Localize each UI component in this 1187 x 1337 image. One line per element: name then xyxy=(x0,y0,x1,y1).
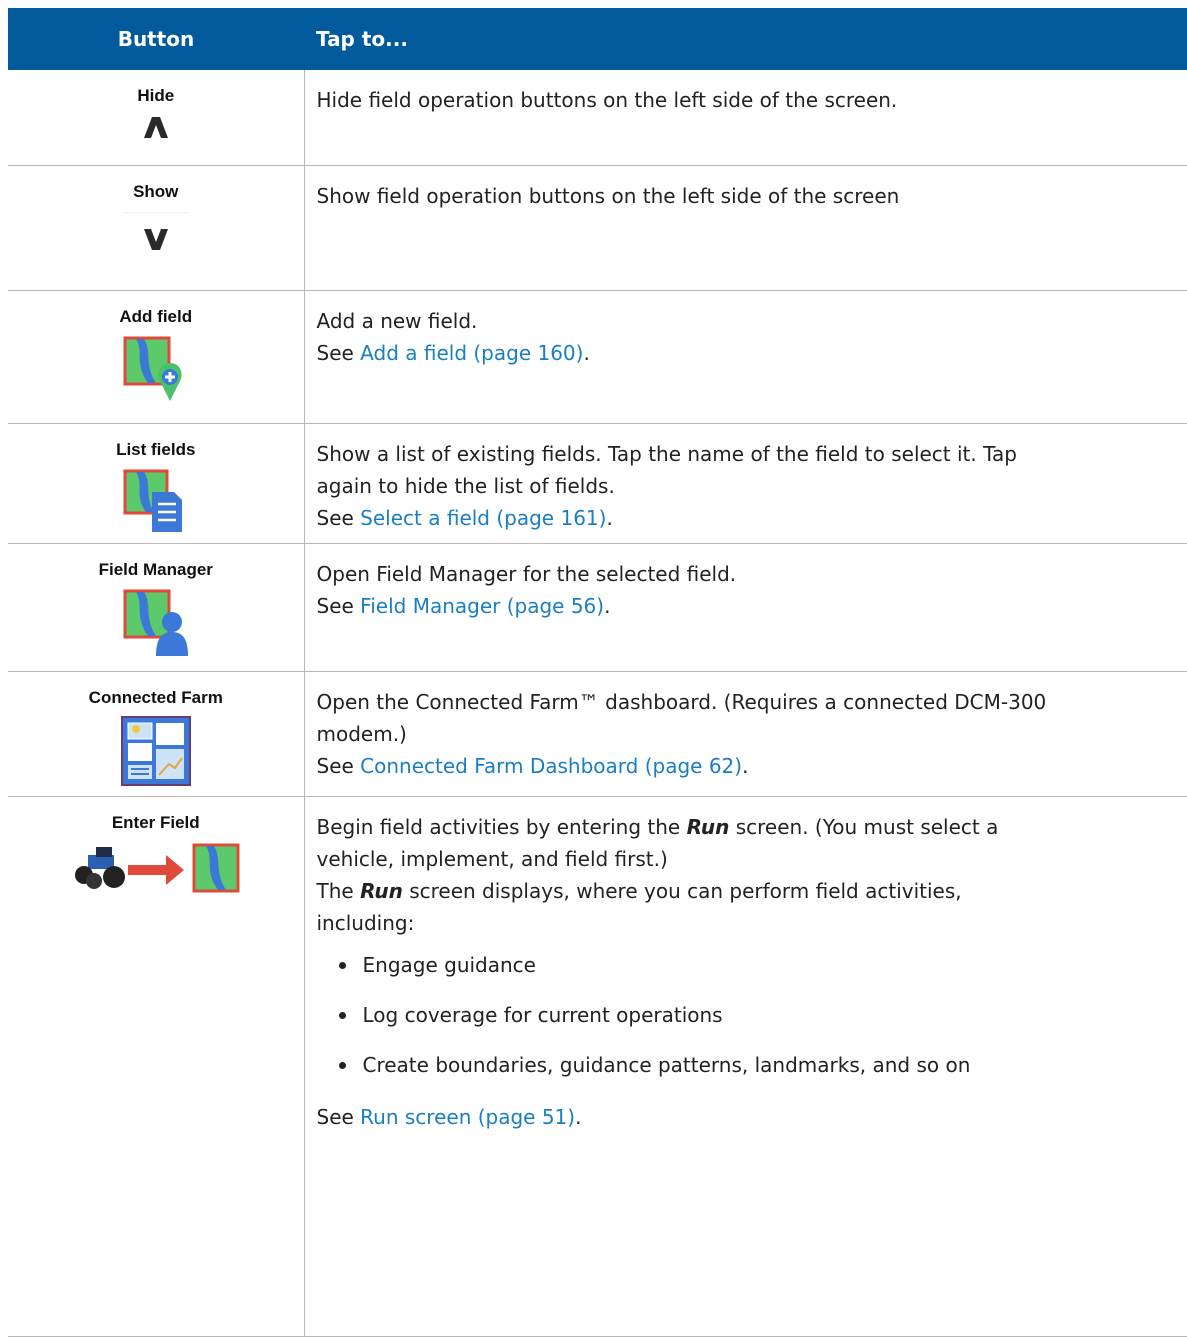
table-row: Add field Add a new field. See Add a fie… xyxy=(8,290,1187,424)
list-item: Engage guidance xyxy=(338,951,1176,979)
button-name: List fields xyxy=(116,439,196,459)
description-cell: Begin field activities by entering the R… xyxy=(304,796,1187,1337)
description-cell: Open the Connected Farm™ dashboard. (Req… xyxy=(304,671,1187,797)
see-also: See Connected Farm Dashboard (page 62). xyxy=(317,750,1176,782)
bullet-icon xyxy=(338,1011,346,1019)
see-label: See xyxy=(316,505,361,530)
run-screen-link[interactable]: Run screen (page 51) xyxy=(360,1105,575,1129)
see-label: See xyxy=(316,753,361,778)
dashboard-icon[interactable] xyxy=(120,715,191,786)
description-text: again to hide the list of fields. xyxy=(316,473,615,498)
arrow-right-icon xyxy=(127,854,184,885)
button-name: Connected Farm xyxy=(88,687,223,707)
button-name: Add field xyxy=(119,306,193,326)
table-row: List fields Show a list of existing fiel… xyxy=(8,423,1187,544)
select-field-link[interactable]: Select a field (page 161) xyxy=(360,506,606,530)
button-cell: List fields xyxy=(8,423,305,544)
button-cell: Add field xyxy=(8,290,305,424)
tractor-icon xyxy=(74,846,125,889)
table-row: Enter Field Begin field activities by en… xyxy=(8,796,1187,1337)
field-icon xyxy=(192,843,240,892)
table-header-row: Button Tap to... xyxy=(8,8,1187,70)
description-cell: Open Field Manager for the selected fiel… xyxy=(304,543,1187,672)
button-cell: Show xyxy=(8,165,305,291)
see-label: See xyxy=(316,593,361,618)
description-text: Add a new field. xyxy=(316,308,478,333)
list-item: Create boundaries, guidance patterns, la… xyxy=(338,1051,1176,1079)
description-text: Hide field operation buttons on the left… xyxy=(316,88,898,112)
see-also: See Select a field (page 161). xyxy=(317,502,1176,534)
connected-farm-link[interactable]: Connected Farm Dashboard (page 62) xyxy=(360,754,742,778)
add-field-link[interactable]: Add a field (page 160) xyxy=(360,341,583,365)
chevron-down-icon[interactable] xyxy=(141,227,171,253)
description-text: Begin field activities by entering the R… xyxy=(316,814,999,839)
header-button: Button xyxy=(8,8,304,70)
table-row: Field Manager Open Field Manager for the… xyxy=(8,543,1187,672)
header-tap-to: Tap to... xyxy=(304,8,1187,70)
run-label: Run xyxy=(686,814,730,839)
see-label: See xyxy=(316,1104,361,1129)
description-cell: Add a new field. See Add a field (page 1… xyxy=(304,290,1187,424)
bullet-icon xyxy=(338,961,346,969)
button-cell: Field Manager xyxy=(8,543,305,672)
table-row: Show Show field operation buttons on the… xyxy=(8,165,1187,291)
add-field-icon[interactable] xyxy=(122,335,190,405)
button-name: Hide xyxy=(137,86,175,105)
see-also: See Field Manager (page 56). xyxy=(317,590,1176,622)
description-text: Show a list of existing fields. Tap the … xyxy=(316,441,1017,466)
enter-field-icon[interactable] xyxy=(66,841,246,897)
button-cell: Connected Farm xyxy=(8,671,305,797)
bullet-icon xyxy=(338,1061,346,1069)
run-label: Run xyxy=(360,878,403,903)
description-text: Show field operation buttons on the left… xyxy=(316,183,900,208)
period: . xyxy=(575,1104,582,1129)
period: . xyxy=(604,593,611,618)
field-manager-link[interactable]: Field Manager (page 56) xyxy=(360,594,604,618)
see-also: See Add a field (page 160). xyxy=(317,337,1176,369)
button-cell: Enter Field xyxy=(8,796,305,1337)
buttons-table: Button Tap to... Hide Hide field operati… xyxy=(8,8,1187,1337)
description-text: modem.) xyxy=(316,721,407,746)
chevron-up-icon[interactable] xyxy=(141,114,171,140)
list-fields-icon[interactable] xyxy=(122,468,190,534)
description-text: Open Field Manager for the selected fiel… xyxy=(316,561,737,586)
period: . xyxy=(606,505,613,530)
field-manager-icon[interactable] xyxy=(122,588,190,658)
button-cell: Hide xyxy=(8,70,305,166)
list-item: Log coverage for current operations xyxy=(338,1001,1176,1029)
description-text: The Run screen displays, where you can p… xyxy=(316,878,962,903)
description-cell: Hide field operation buttons on the left… xyxy=(304,70,1187,166)
description-cell: Show a list of existing fields. Tap the … xyxy=(304,423,1187,544)
table-row: Hide Hide field operation buttons on the… xyxy=(8,70,1187,166)
table-row: Connected Farm Open the Connected Farm™ … xyxy=(8,671,1187,797)
see-label: See xyxy=(316,340,361,365)
button-name: Field Manager xyxy=(98,559,213,579)
divider xyxy=(122,211,189,213)
activity-list: Engage guidance Log coverage for current… xyxy=(317,951,1176,1079)
see-also: See Run screen (page 51). xyxy=(317,1101,1176,1133)
period: . xyxy=(583,340,590,365)
description-cell: Show field operation buttons on the left… xyxy=(304,165,1187,291)
button-name: Enter Field xyxy=(111,812,200,832)
button-name: Show xyxy=(133,181,179,201)
description-text: vehicle, implement, and field first.) xyxy=(316,846,668,871)
description-text: Open the Connected Farm™ dashboard. (Req… xyxy=(316,689,1047,714)
period: . xyxy=(742,753,749,778)
description-text: including: xyxy=(316,910,415,935)
